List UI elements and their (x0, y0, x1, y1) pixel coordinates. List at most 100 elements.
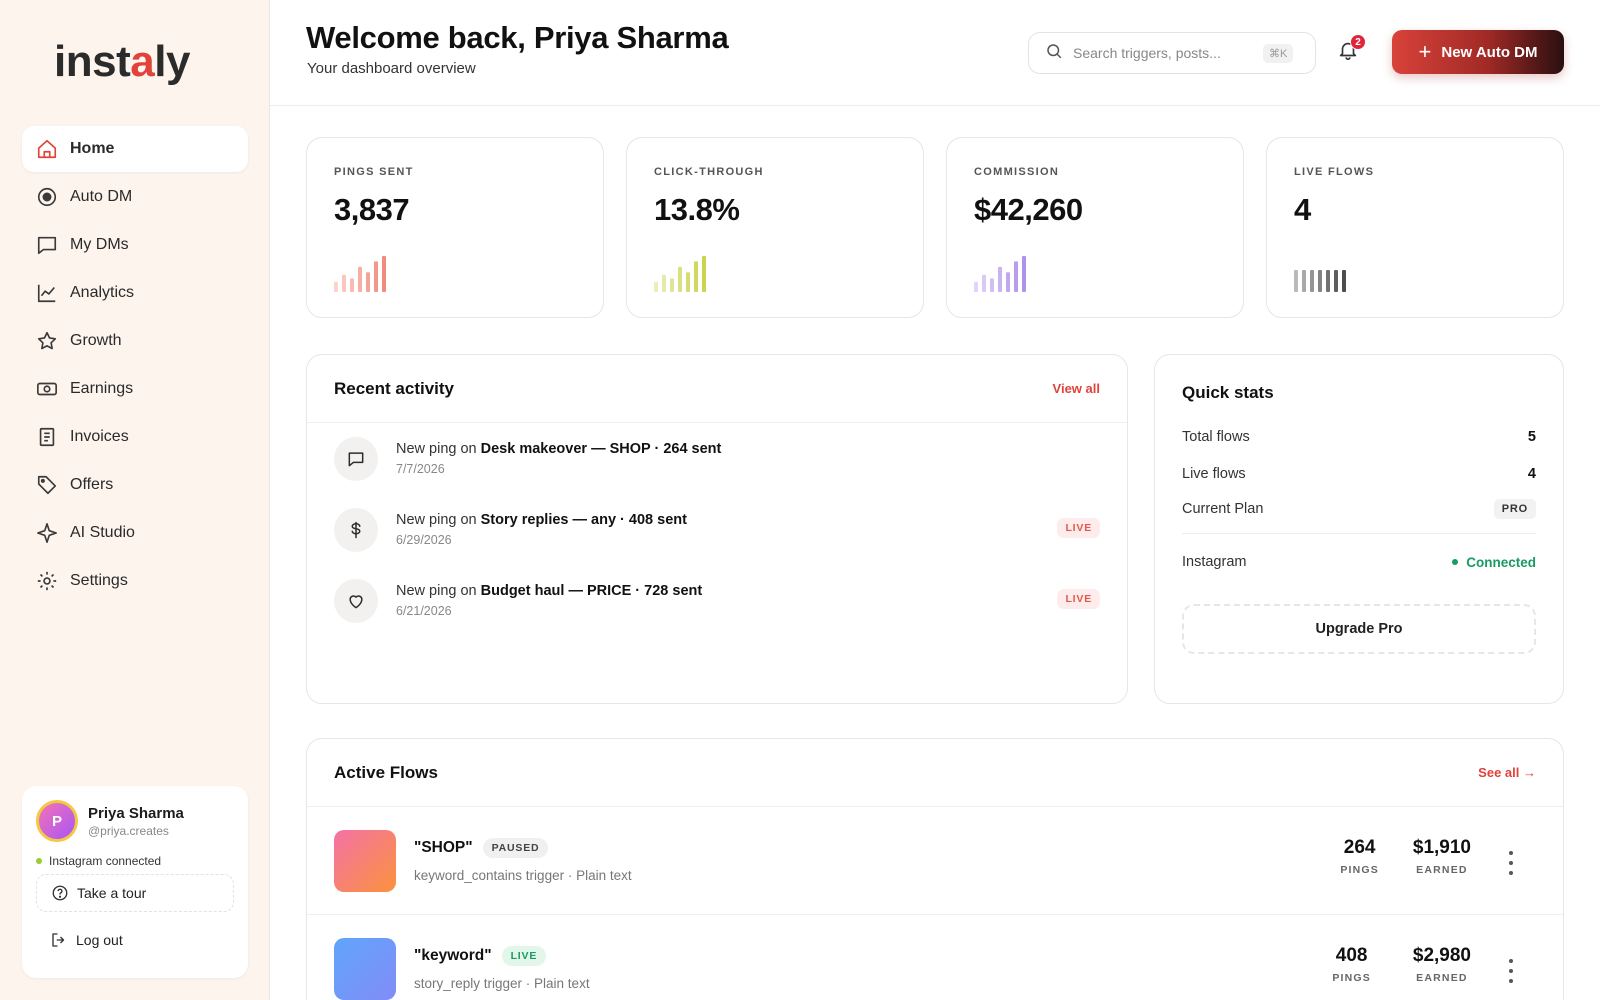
help-circle-icon (51, 884, 69, 902)
sidebar-nav: Home Auto DM My DMs Analytics Growth Ear… (22, 126, 248, 606)
flow-row[interactable]: "keyword" LIVE story_reply trigger · Plai… (307, 915, 1563, 1000)
page-title: Welcome back, Priya Sharma (306, 20, 729, 55)
sidebar-item-label: Analytics (70, 284, 135, 301)
flow-meta: story_reply trigger · Plain text (414, 976, 590, 991)
banknote-icon (36, 378, 58, 400)
sidebar-item-label: Offers (70, 476, 114, 493)
recent-activity-panel: Recent activity View all New ping on Des… (306, 354, 1128, 704)
flow-row[interactable]: "SHOP" PAUSED keyword_contains trigger · … (307, 807, 1563, 915)
gear-icon (36, 570, 58, 592)
sidebar-item-label: Auto DM (70, 188, 133, 205)
mini-bar (990, 278, 994, 292)
mini-bar (702, 256, 706, 292)
flow-earned: $1,910 EARNED (1413, 837, 1471, 876)
view-all-link[interactable]: View all (1053, 381, 1100, 396)
sparkle-icon (36, 522, 58, 544)
user-name: Priya Sharma (88, 804, 184, 822)
status-badge: LIVE (1057, 589, 1100, 609)
sidebar-item-offers[interactable]: Offers (22, 462, 248, 508)
active-flows-header: Active Flows See all → (307, 739, 1563, 807)
avatar[interactable]: P (36, 800, 78, 842)
flow-pings: 408 PINGS (1332, 945, 1371, 984)
sidebar-item-settings[interactable]: Settings (22, 558, 248, 604)
new-auto-dm-button[interactable]: + New Auto DM (1392, 30, 1564, 74)
sidebar-item-growth[interactable]: Growth (22, 318, 248, 364)
mini-bar-chart (974, 256, 1026, 292)
mini-bar (1022, 256, 1026, 292)
mini-bar (982, 274, 986, 292)
stat-row-label: Current Plan (1182, 501, 1264, 517)
metric-label: PINGS (1332, 972, 1371, 984)
activity-item[interactable]: New ping on Story replies — any · 408 se… (307, 494, 1127, 565)
tag-icon (36, 474, 58, 496)
stat-row-label: Live flows (1182, 466, 1246, 482)
metric-label: PINGS (1340, 864, 1379, 876)
status-badge: PAUSED (482, 838, 549, 858)
notifications-button[interactable]: 2 (1334, 34, 1366, 66)
logout-button[interactable]: Log out (36, 922, 234, 958)
logout-icon (50, 931, 68, 949)
flow-thumbnail (334, 937, 396, 1000)
sidebar-item-invoices[interactable]: Invoices (22, 414, 248, 460)
activity-date: 6/29/2026 (396, 533, 452, 547)
status-dot-icon (1452, 559, 1459, 565)
receipt-icon (36, 426, 58, 448)
stat-label: LIVE FLOWS (1294, 166, 1375, 178)
activity-item[interactable]: New ping on Desk makeover — SHOP · 264 s… (307, 423, 1127, 494)
stat-value: 3,837 (334, 192, 410, 227)
logo[interactable]: instaly (54, 34, 190, 90)
instagram-connected-status: Connected (1452, 555, 1536, 570)
home-icon (36, 138, 58, 160)
search-icon (1045, 42, 1063, 65)
sidebar-item-label: Growth (70, 332, 122, 349)
activity-text: New ping on Desk makeover — SHOP · 264 s… (396, 441, 722, 457)
sidebar-item-earnings[interactable]: Earnings (22, 366, 248, 412)
flow-name: "keyword" LIVE (414, 946, 590, 966)
metric-label: EARNED (1416, 972, 1468, 984)
mini-bar-chart (1294, 270, 1346, 292)
upgrade-pro-button[interactable]: Upgrade Pro (1182, 604, 1536, 654)
plus-icon: + (1418, 39, 1432, 64)
header: Welcome back, Priya Sharma Your dashboar… (270, 0, 1600, 106)
activity-flow-name: Desk makeover — SHOP · 264 sent (480, 441, 722, 457)
take-tour-label: Take a tour (77, 885, 147, 901)
more-options-icon[interactable] (1501, 851, 1521, 875)
take-tour-button[interactable]: Take a tour (36, 874, 234, 912)
stat-value: 13.8% (654, 192, 740, 227)
search-box[interactable]: ⌘K (1028, 32, 1316, 74)
stat-row-total-flows: Total flows 5 (1182, 429, 1536, 445)
instagram-status-label: Instagram connected (49, 854, 162, 868)
metric-value: 264 (1343, 837, 1376, 858)
more-options-icon[interactable] (1501, 959, 1521, 983)
stat-label: PINGS SENT (334, 166, 414, 178)
quick-stats-panel: Quick stats Total flows 5 Live flows 4 C… (1154, 354, 1564, 704)
mini-bar (1006, 272, 1010, 292)
sidebar-item-auto-dm[interactable]: Auto DM (22, 174, 248, 220)
sidebar-item-ai-studio[interactable]: AI Studio (22, 510, 248, 556)
sidebar-item-analytics[interactable]: Analytics (22, 270, 248, 316)
sidebar-item-my-dms[interactable]: My DMs (22, 222, 248, 268)
stat-card-live-flows: LIVE FLOWS 4 (1266, 137, 1564, 318)
status-dot-icon (36, 858, 42, 864)
see-all-link[interactable]: See all → (1478, 765, 1536, 780)
mini-bar (662, 274, 666, 292)
flow-earned: $2,980 EARNED (1413, 945, 1471, 984)
search-input[interactable] (1073, 45, 1263, 61)
radio-target-icon (36, 186, 58, 208)
activity-item[interactable]: New ping on Budget haul — PRICE · 728 se… (307, 565, 1127, 636)
stat-row-plan: Current Plan PRO (1182, 499, 1536, 519)
active-flows-panel: Active Flows See all → "SHOP" PAUSED keyw… (306, 738, 1564, 1000)
activity-text: New ping on Story replies — any · 408 se… (396, 512, 687, 528)
stat-label: CLICK-THROUGH (654, 166, 764, 178)
user-profile[interactable]: P Priya Sharma @priya.creates (36, 800, 234, 842)
mini-bar (1334, 270, 1338, 292)
mini-bar (1318, 270, 1322, 292)
activity-date: 7/7/2026 (396, 462, 445, 476)
message-icon (334, 436, 378, 481)
mini-bar (1326, 270, 1330, 292)
sidebar-item-home[interactable]: Home (22, 126, 248, 172)
heart-icon (334, 578, 378, 623)
status-badge: LIVE (1057, 518, 1100, 538)
stat-row-value: 5 (1527, 429, 1536, 445)
flow-meta: keyword_contains trigger · Plain text (414, 868, 632, 883)
